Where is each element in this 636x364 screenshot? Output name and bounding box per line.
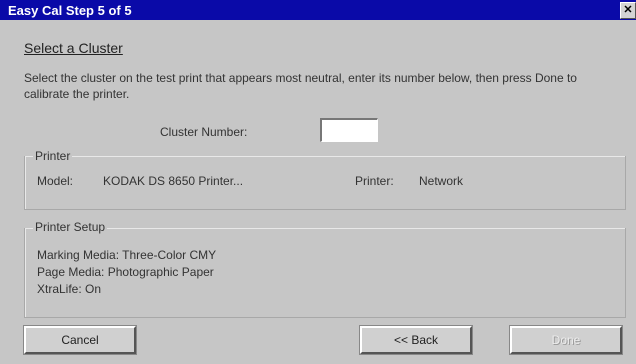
close-button[interactable]: ✕ — [620, 2, 636, 19]
window-title: Easy Cal Step 5 of 5 — [8, 3, 132, 18]
printer-setup-group: Printer Setup Marking Media: Three-Color… — [24, 220, 626, 318]
title-bar: Easy Cal Step 5 of 5 ✕ — [0, 0, 636, 20]
done-button[interactable]: Done — [509, 325, 623, 355]
printer-value: Network — [419, 174, 464, 188]
page-heading: Select a Cluster — [24, 40, 123, 56]
setup-line-xtralife: XtraLife: On — [37, 282, 102, 296]
setup-line-marking-media: Marking Media: Three-Color CMY — [37, 248, 217, 262]
printer-group: Printer Model: KODAK DS 8650 Printer... … — [24, 149, 626, 210]
printer-label: Printer: — [355, 174, 394, 188]
printer-group-title: Printer — [33, 149, 73, 163]
cluster-number-input[interactable] — [320, 118, 378, 142]
back-button[interactable]: << Back — [359, 325, 473, 355]
model-value: KODAK DS 8650 Printer... — [103, 174, 244, 188]
instructions-text: Select the cluster on the test print tha… — [24, 71, 577, 101]
model-label: Model: — [37, 174, 74, 188]
cancel-button[interactable]: Cancel — [23, 325, 137, 355]
printer-setup-group-title: Printer Setup — [33, 220, 108, 234]
close-icon: ✕ — [623, 4, 633, 16]
cluster-number-label: Cluster Number: — [160, 125, 248, 139]
setup-line-page-media: Page Media: Photographic Paper — [37, 265, 214, 279]
